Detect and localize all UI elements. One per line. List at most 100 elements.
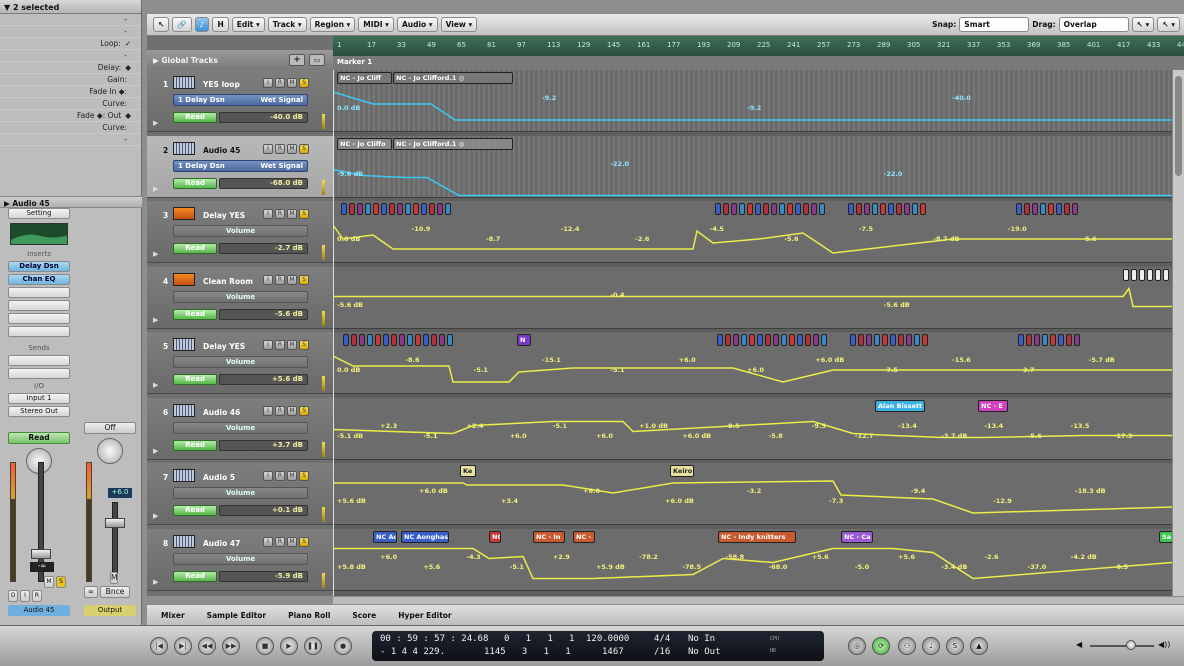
region-block[interactable] <box>413 203 419 215</box>
region-block[interactable] <box>1064 203 1070 215</box>
region-block[interactable] <box>715 203 721 215</box>
region-block[interactable] <box>717 334 723 346</box>
region-label[interactable]: NC - Ca <box>841 530 873 543</box>
region-block[interactable] <box>789 334 795 346</box>
catch-tool-icon[interactable]: ♪ <box>194 17 210 32</box>
output-fader-track[interactable] <box>112 502 118 582</box>
global-tracks-header[interactable]: ▶ Global Tracks + ▭ <box>147 50 333 70</box>
region-block[interactable] <box>922 334 928 346</box>
input-monitor-icon[interactable]: I <box>263 536 273 547</box>
vertical-scrollbar[interactable] <box>1172 70 1184 596</box>
region-param-row[interactable]: Delay: ◆ <box>0 62 141 74</box>
track-header-1[interactable]: 1 YES loop IRMS 1 Delay Dsn Wet Signal Re… <box>147 70 333 132</box>
region-block[interactable] <box>906 334 912 346</box>
mute-icon[interactable]: M <box>287 274 297 285</box>
solo-icon[interactable]: S <box>299 143 309 154</box>
solo-icon[interactable]: S <box>299 340 309 350</box>
track-header-5[interactable]: 5 Delay YES IRMS Volume Read +5.6 dB ▶ <box>147 332 333 394</box>
left-tool-icon[interactable]: ↖ ▾ <box>1131 17 1155 32</box>
region-param-row[interactable]: - <box>0 134 141 146</box>
region-param-row[interactable]: - <box>0 14 141 26</box>
pause-icon[interactable]: ❚❚ <box>304 637 322 655</box>
region-label[interactable]: NC - Jo Clifford.1 ◎ <box>393 137 513 150</box>
region-block[interactable] <box>367 334 373 346</box>
automation-mode-button[interactable]: Read <box>173 439 217 451</box>
hide-tool-button[interactable]: H <box>212 17 229 32</box>
region-block[interactable] <box>381 203 387 215</box>
output-fader-cap[interactable] <box>105 518 125 528</box>
track-name[interactable]: Delay YES <box>203 342 245 351</box>
region-block[interactable] <box>888 203 894 215</box>
region-block[interactable] <box>864 203 870 215</box>
region-inspector-title[interactable]: ▼ 2 selected <box>0 0 141 14</box>
region-block[interactable] <box>741 334 747 346</box>
region-label[interactable]: NC - <box>573 530 595 543</box>
tab-sample-editor[interactable]: Sample Editor <box>207 611 266 620</box>
region-block[interactable] <box>874 334 880 346</box>
automation-line[interactable] <box>333 224 1172 254</box>
mute-icon[interactable]: M <box>287 78 297 88</box>
region-block[interactable] <box>375 334 381 346</box>
region-block[interactable] <box>1155 268 1161 281</box>
region-param-row[interactable]: Curve: <box>0 122 141 134</box>
region-block[interactable] <box>349 203 355 215</box>
region-block[interactable] <box>898 334 904 346</box>
region-block[interactable] <box>357 203 363 215</box>
master-volume-knob[interactable] <box>1126 640 1136 650</box>
region-param-row[interactable]: - <box>0 50 141 62</box>
master-volume-slider[interactable] <box>1090 645 1154 647</box>
cycle-mode-icon[interactable]: ⟳ <box>872 637 890 655</box>
track-icon[interactable] <box>173 207 195 220</box>
record-enable-icon[interactable]: R <box>275 340 285 350</box>
marker-track[interactable]: Marker 1 <box>333 56 1184 70</box>
fast-forward-icon[interactable]: ▶▶ <box>222 637 240 655</box>
region-block[interactable] <box>755 203 761 215</box>
midi-menu[interactable]: MIDI ▾ <box>358 17 394 32</box>
off-button[interactable]: O <box>8 590 18 602</box>
region-param-row[interactable]: Fade In ◆: <box>0 86 141 98</box>
region-block[interactable] <box>882 334 888 346</box>
right-tool-icon[interactable]: ↖ ▾ <box>1157 17 1180 32</box>
automation-parameter[interactable]: Volume <box>173 356 308 368</box>
mute-icon[interactable]: M <box>287 405 297 416</box>
region-block[interactable] <box>821 334 827 346</box>
region-block[interactable] <box>365 203 371 215</box>
region-block[interactable] <box>1163 268 1169 281</box>
send-slot-2[interactable] <box>8 368 70 379</box>
sync-icon[interactable]: ▲ <box>970 637 988 655</box>
catch-playhead-icon[interactable]: ▭ <box>309 54 325 66</box>
region-block[interactable] <box>1056 203 1062 215</box>
go-to-end-icon[interactable]: ▶| <box>174 637 192 655</box>
region-block[interactable] <box>795 203 801 215</box>
region-block[interactable] <box>1018 334 1024 346</box>
region-block[interactable] <box>1131 268 1137 281</box>
region-block[interactable] <box>415 334 421 346</box>
play-icon[interactable]: ▶ <box>280 637 298 655</box>
region-label[interactable]: NC - E <box>978 399 1008 412</box>
region-block[interactable] <box>912 203 918 215</box>
region-block[interactable] <box>757 334 763 346</box>
solo-mode-icon[interactable]: S <box>946 637 964 655</box>
horizontal-scrollbar[interactable] <box>333 596 1184 604</box>
region-block[interactable] <box>397 203 403 215</box>
region-block[interactable] <box>856 203 862 215</box>
track-header-7[interactable]: 7 Audio 5 IRMS Volume Read +0.1 dB ▶ <box>147 463 333 525</box>
region-block[interactable] <box>811 203 817 215</box>
input-monitor-button[interactable]: I <box>20 590 30 602</box>
automation-parameter[interactable]: Volume <box>173 225 308 237</box>
track-name[interactable]: Audio 45 <box>203 146 240 155</box>
region-block[interactable] <box>341 203 347 215</box>
region-param-value[interactable]: ◆ <box>125 62 131 73</box>
solo-button[interactable]: S <box>56 576 66 588</box>
region-block[interactable] <box>725 334 731 346</box>
region-block[interactable] <box>421 203 427 215</box>
automation-mode-read[interactable]: Read <box>8 432 70 444</box>
automation-parameter[interactable]: Volume <box>173 290 308 303</box>
input-slot[interactable]: Input 1 <box>8 393 70 404</box>
disclosure-icon[interactable]: ▶ <box>153 447 158 455</box>
record-icon[interactable]: ● <box>334 637 352 655</box>
region-block[interactable] <box>429 203 435 215</box>
disclosure-icon[interactable]: ▶ <box>153 250 158 258</box>
disclosure-icon[interactable]: ▶ <box>153 316 158 324</box>
track-icon[interactable] <box>173 141 195 155</box>
